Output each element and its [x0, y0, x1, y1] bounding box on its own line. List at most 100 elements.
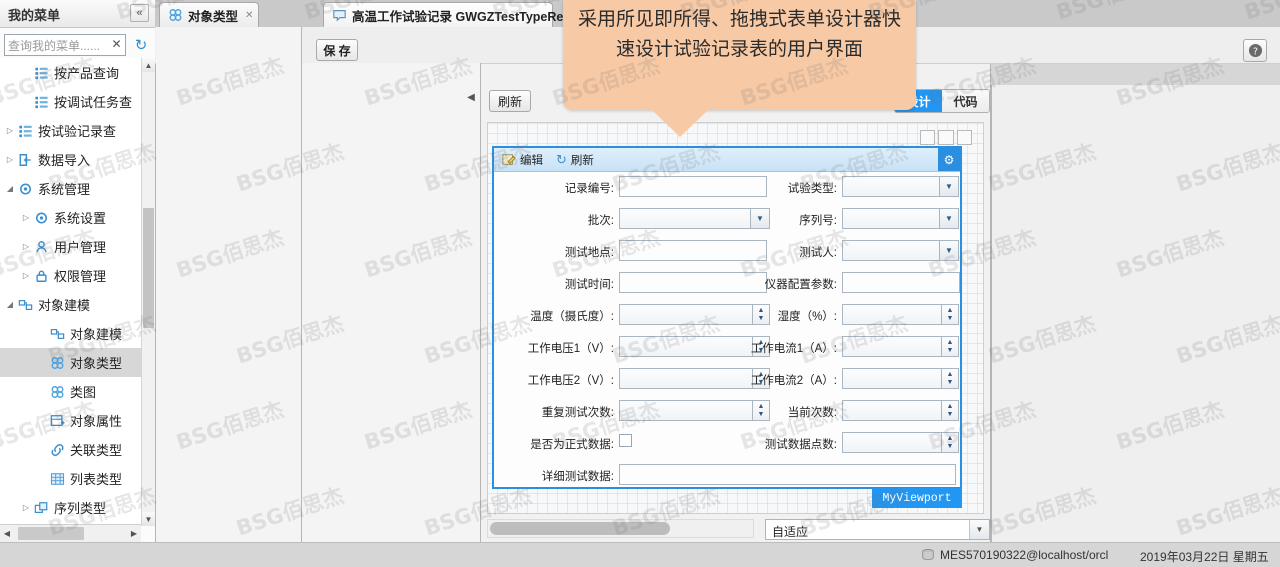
canvas-btn-2[interactable]	[938, 130, 954, 145]
chevron-down-icon[interactable]: ▼	[940, 208, 959, 229]
sidebar-item-4[interactable]: ◢ 系统管理	[0, 174, 141, 203]
form-field-label: 试验类型:	[787, 183, 837, 195]
chevron-down-icon[interactable]: ▼	[940, 176, 959, 197]
sidebar-item-label: 用户管理	[54, 240, 107, 255]
record-icon	[330, 7, 348, 23]
form-field-spinner[interactable]	[842, 336, 942, 357]
sidebar-item-8[interactable]: ◢ 对象建模	[0, 290, 141, 319]
spinner-arrows-icon[interactable]: ▲ ▼	[942, 432, 959, 453]
spinner-arrows-icon[interactable]: ▲ ▼	[942, 400, 959, 421]
chevron-down-icon[interactable]: ▼	[969, 520, 989, 539]
scroll-right-icon[interactable]: ▶	[127, 525, 141, 542]
sidebar-item-11[interactable]: 类图	[0, 377, 141, 406]
expand-arrow-icon[interactable]: ▷	[20, 213, 32, 222]
scroll-thumb[interactable]	[18, 527, 84, 540]
scroll-thumb[interactable]	[490, 522, 670, 535]
scroll-thumb[interactable]	[143, 208, 154, 328]
form-field-11: 工作电流1（A）: ▲ ▼	[494, 336, 960, 361]
expand-arrow-icon[interactable]: ◢	[4, 184, 16, 193]
sidebar-item-12[interactable]: 对象属性	[0, 406, 141, 435]
expand-arrow-icon[interactable]: ▷	[20, 242, 32, 251]
sidebar-item-6[interactable]: ▷ 用户管理	[0, 232, 141, 261]
inspector-panel	[991, 85, 1280, 542]
left-menu-collapse-button[interactable]: «	[130, 4, 149, 22]
canvas-btn-3[interactable]	[956, 130, 972, 145]
scroll-left-icon[interactable]: ◀	[0, 525, 14, 542]
sidebar-item-13[interactable]: 关联类型	[0, 435, 141, 464]
spinner-arrows-icon[interactable]: ▲ ▼	[942, 368, 959, 389]
scroll-up-icon[interactable]: ▲	[142, 58, 155, 72]
form-refresh-button[interactable]: ↻ 刷新	[556, 152, 594, 168]
menu-horizontal-scrollbar[interactable]: ◀ ▶	[0, 524, 141, 543]
form-field-combo[interactable]	[842, 208, 940, 229]
viewport-tag: MyViewport	[872, 488, 962, 508]
database-icon	[920, 547, 936, 563]
gear-icon	[16, 181, 34, 197]
expand-arrow-icon[interactable]: ◢	[4, 300, 16, 309]
workspace-tab-0[interactable]: 对象类型 ✕	[159, 2, 259, 27]
canvas-window-buttons[interactable]	[920, 130, 972, 145]
scroll-down-icon[interactable]: ▼	[142, 512, 155, 526]
menu-vertical-scrollbar[interactable]: ▲ ▼	[141, 58, 155, 526]
gear-icon[interactable]: ⚙	[938, 148, 960, 171]
form-field-spinner[interactable]	[842, 432, 942, 453]
chevron-down-icon[interactable]: ▼	[940, 240, 959, 261]
sidebar-item-14[interactable]: 列表类型	[0, 464, 141, 493]
refresh-icon[interactable]: ↻	[132, 36, 150, 54]
sidebar-item-1[interactable]: 按调试任务查	[0, 87, 141, 116]
designer-horizontal-scrollbar[interactable]	[487, 519, 754, 538]
sidebar-item-label: 按试验记录查	[38, 124, 117, 139]
sidebar-item-15[interactable]: ▷ 序列类型	[0, 493, 141, 522]
sidebar-item-7[interactable]: ▷ 权限管理	[0, 261, 141, 290]
sidebar-item-label: 对象类型	[70, 356, 123, 371]
close-icon[interactable]: ✕	[245, 9, 253, 22]
form-field-spinner[interactable]	[842, 400, 942, 421]
designer-refresh-button[interactable]: 刷新	[489, 90, 531, 112]
expand-arrow-icon[interactable]: ▷	[4, 155, 16, 164]
sidebar-item-5[interactable]: ▷ 系统设置	[0, 203, 141, 232]
form-field-input[interactable]	[842, 272, 960, 293]
user-icon	[32, 239, 50, 255]
expand-arrow-icon[interactable]: ▷	[4, 126, 16, 135]
workspace-tab-label: 高温工作试验记录 GWGZTestTypeRecord	[352, 9, 591, 24]
import-icon	[16, 152, 34, 168]
list-blue-icon	[32, 65, 50, 81]
form-field-label: 序列号:	[799, 215, 837, 227]
status-date: 2019年03月22日 星期五	[1140, 550, 1269, 564]
sidebar-item-9[interactable]: 对象建模	[0, 319, 141, 348]
sidebar-item-label: 按调试任务查	[54, 95, 133, 110]
sidebar-item-2[interactable]: ▷ 按试验记录查	[0, 116, 141, 145]
objtype-icon	[48, 384, 66, 400]
spinner-arrows-icon[interactable]: ▲ ▼	[942, 336, 959, 357]
grid-icon	[48, 471, 66, 487]
sidebar-item-10[interactable]: 对象类型	[0, 348, 141, 377]
help-icon[interactable]: ?	[1243, 39, 1267, 62]
sidebar-item-3[interactable]: ▷ 数据导入	[0, 145, 141, 174]
spinner-arrows-icon[interactable]: ▲ ▼	[942, 304, 959, 325]
form-field-label: 湿度（%）:	[777, 311, 837, 323]
expand-arrow-icon[interactable]: ▷	[20, 271, 32, 280]
workspace-tab-1[interactable]: 高温工作试验记录 GWGZTestTypeRecord✕	[323, 2, 606, 27]
zoom-select[interactable]: 自适应 ▼	[765, 519, 990, 540]
form-designer-surface[interactable]: 编辑 ↻ 刷新 ⚙ 记录编号: 试验类型: ▼ 批次: ▼ 序列号: ▼ 测试地点: 测试人: ▼…	[492, 146, 962, 489]
canvas-btn-1[interactable]	[920, 130, 936, 145]
list-blue-icon	[32, 94, 50, 110]
dictionary-panel	[302, 63, 481, 542]
form-field-combo[interactable]	[842, 240, 940, 261]
designer-mode-tab-code[interactable]: 代码	[942, 90, 989, 112]
sidebar-item-label: 类图	[70, 385, 97, 400]
form-field-combo[interactable]	[842, 176, 940, 197]
dictionary-collapse-button[interactable]: ◀	[465, 90, 477, 104]
expand-arrow-icon[interactable]: ▷	[20, 503, 32, 512]
sidebar-item-0[interactable]: 按产品查询	[0, 58, 141, 87]
gear-icon	[32, 210, 50, 226]
menu-tree[interactable]: 按产品查询 按调试任务查 ▷ 按试验记录查 ▷ 数据导入 ◢ 系统管理 ▷ 系统设置 ▷ 用户管理 ▷ 权…	[0, 58, 141, 526]
form-field-spinner[interactable]	[842, 304, 942, 325]
form-edit-button[interactable]: 编辑	[502, 152, 543, 168]
save-button[interactable]: 保 存	[316, 39, 358, 61]
menu-search-clear-icon[interactable]: ✕	[108, 34, 125, 54]
form-field-input[interactable]	[619, 464, 956, 485]
form-field-spinner[interactable]	[842, 368, 942, 389]
left-menu-panel: 我的菜单 « 查询我的菜单...... ✕ ↻ 按产品查询 按调试任务查 ▷ 按试验记…	[0, 0, 156, 543]
sidebar-item-label: 对象属性	[70, 414, 123, 429]
